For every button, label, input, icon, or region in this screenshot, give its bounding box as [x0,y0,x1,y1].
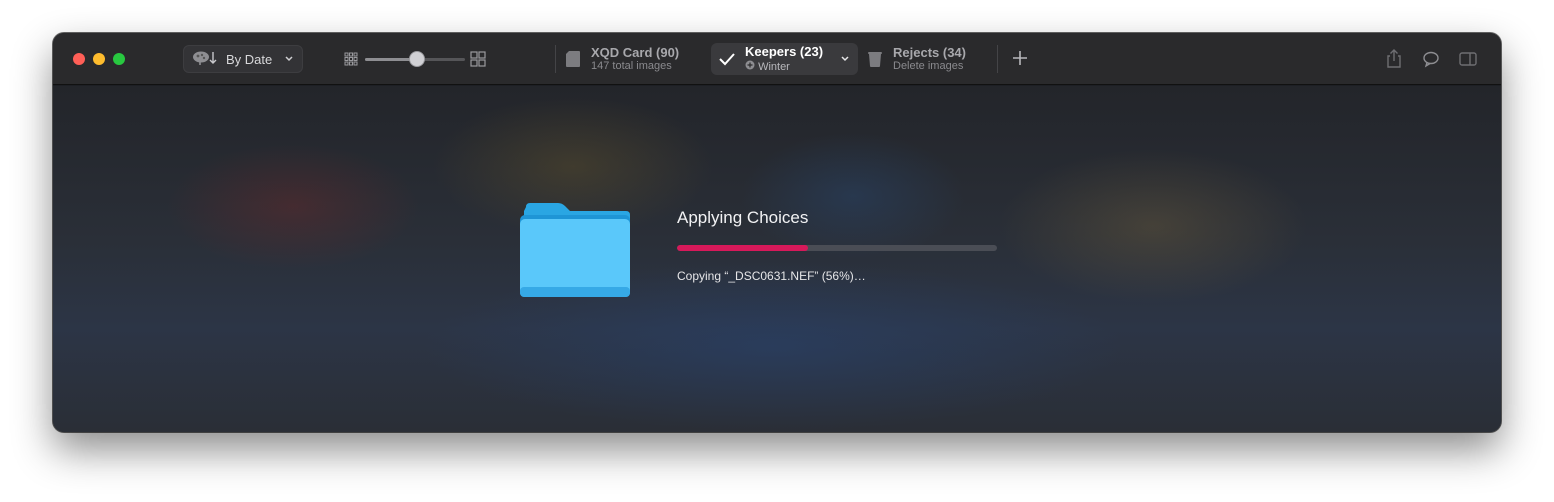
toolbar-divider [555,45,556,73]
small-grid-icon[interactable] [344,52,358,71]
large-grid-icon[interactable] [470,51,486,72]
add-destination-button[interactable] [1010,48,1030,68]
sort-icon [192,50,218,69]
source-card-button[interactable]: XQD Card (90) 147 total images [563,43,698,75]
toolbar: By Date XQD Card (90) 147 total images K… [53,33,1501,85]
progress-bar-fill [677,245,809,251]
rejects-subtitle: Delete images [893,60,964,73]
comment-icon[interactable] [1422,49,1440,74]
folder-icon [520,203,634,299]
chevron-down-icon [284,52,294,69]
sort-label: By Date [226,51,273,67]
app-window: By Date XQD Card (90) 147 total images K… [53,33,1501,432]
keepers-subtitle: Winter [745,60,823,73]
source-card-title: XQD Card (90) [591,44,680,60]
progress-title: Applying Choices [677,208,809,227]
minimize-window-button[interactable] [93,53,105,65]
trash-icon [865,49,885,69]
add-tag-icon [745,60,758,73]
close-window-button[interactable] [73,53,85,65]
keepers-title: Keepers (23) [745,44,824,60]
sidebar-icon[interactable] [1458,49,1478,74]
source-card-subtitle: 147 total images [591,60,672,73]
progress-status-text: Copying “_DSC0631.NEF” (56%)… [677,269,866,283]
progress-panel: Applying Choices Copying “_DSC0631.NEF” … [53,86,1501,432]
rejects-title: Rejects (34) [893,44,966,60]
chevron-down-icon [840,52,850,71]
zoom-slider-thumb[interactable] [409,51,425,67]
keepers-destination-button[interactable]: Keepers (23) Winter [711,43,858,75]
rejects-destination-button[interactable]: Rejects (34) Delete images [865,43,985,75]
share-icon[interactable] [1385,49,1403,74]
sort-dropdown[interactable]: By Date [183,45,303,73]
maximize-window-button[interactable] [113,53,125,65]
sd-card-icon [563,49,583,69]
toolbar-divider [997,45,998,73]
keepers-subtitle-label: Winter [758,60,790,73]
checkmark-icon [717,49,737,69]
progress-bar [677,245,997,251]
